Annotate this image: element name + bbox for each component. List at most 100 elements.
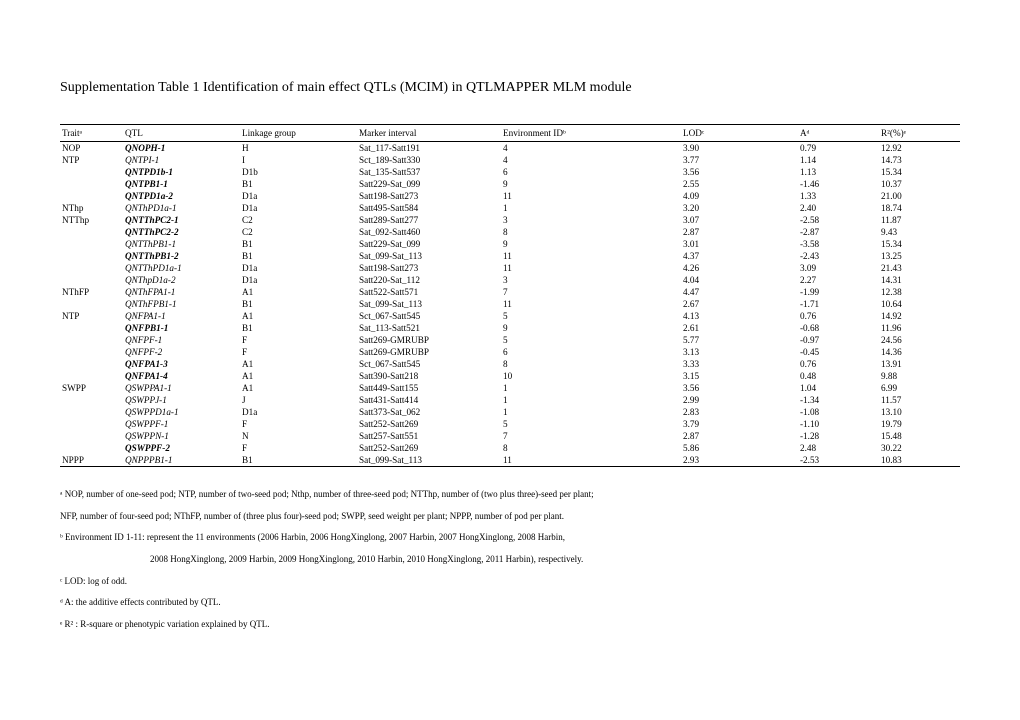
table-cell: QSWPPD1a-1 [123, 406, 240, 418]
table-cell: 3.77 [681, 154, 798, 166]
page-title: Supplementation Table 1 Identification o… [60, 80, 960, 96]
table-cell: 3.79 [681, 418, 798, 430]
table-row: NTThpQNTThPC2-1C2Satt289-Satt27733.07-2.… [60, 214, 960, 226]
table-cell: 6.99 [879, 382, 960, 394]
col-env: Environment IDᵇ [501, 125, 681, 142]
table-cell: QNTPD1b-1 [123, 166, 240, 178]
table-cell: QNTThPB1-2 [123, 250, 240, 262]
table-cell: -1.28 [798, 430, 879, 442]
table-cell: QNTPI-1 [123, 154, 240, 166]
table-cell: 12.92 [879, 142, 960, 155]
table-cell: I [240, 154, 357, 166]
table-cell: 9 [501, 322, 681, 334]
qtl-table: Traitᵃ QTL Linkage group Marker interval… [60, 124, 960, 467]
table-cell: Satt252-Satt269 [357, 418, 501, 430]
table-row: QNFPB1-1B1Sat_113-Satt52192.61-0.6811.96 [60, 322, 960, 334]
col-lod: LODᶜ [681, 125, 798, 142]
table-cell [60, 226, 123, 238]
table-cell: Sat_135-Satt537 [357, 166, 501, 178]
table-cell: 13.10 [879, 406, 960, 418]
table-cell: Satt449-Satt155 [357, 382, 501, 394]
table-row: QNTPD1b-1D1bSat_135-Satt53763.561.1315.3… [60, 166, 960, 178]
col-a: Aᵈ [798, 125, 879, 142]
table-cell: -1.34 [798, 394, 879, 406]
table-row: QNFPF-1FSatt269-GMRUBP55.77-0.9724.56 [60, 334, 960, 346]
table-cell: NOP [60, 142, 123, 155]
table-cell: NTThp [60, 214, 123, 226]
table-cell: -3.58 [798, 238, 879, 250]
table-cell: D1a [240, 406, 357, 418]
table-cell: 4 [501, 154, 681, 166]
table-cell: 5.77 [681, 334, 798, 346]
table-cell: 2.48 [798, 442, 879, 454]
table-cell: 11.87 [879, 214, 960, 226]
table-cell: Satt373-Sat_062 [357, 406, 501, 418]
table-row: QNThFPB1-1B1Sat_099-Sat_113112.67-1.7110… [60, 298, 960, 310]
table-cell: 2.87 [681, 430, 798, 442]
table-cell [60, 358, 123, 370]
table-cell [60, 178, 123, 190]
table-cell: 3.13 [681, 346, 798, 358]
table-row: QNTThPB1-1B1Satt229-Sat_09993.01-3.5815.… [60, 238, 960, 250]
table-cell: Sct_067-Satt545 [357, 358, 501, 370]
table-cell: Satt198-Satt273 [357, 190, 501, 202]
table-cell: 10.64 [879, 298, 960, 310]
table-cell: 19.79 [879, 418, 960, 430]
table-cell: 1 [501, 382, 681, 394]
table-cell: 5 [501, 310, 681, 322]
table-cell: Sat_113-Satt521 [357, 322, 501, 334]
table-row: QNFPA1-3A1Sct_067-Satt54583.330.7613.91 [60, 358, 960, 370]
table-cell: QSWPPF-1 [123, 418, 240, 430]
footnotes: ᵃ NOP, number of one-seed pod; NTP, numb… [60, 489, 960, 631]
table-cell: Satt220-Sat_112 [357, 274, 501, 286]
table-cell: QNTPD1a-2 [123, 190, 240, 202]
table-cell: -2.43 [798, 250, 879, 262]
table-cell: D1a [240, 202, 357, 214]
table-cell: -1.46 [798, 178, 879, 190]
table-cell: NTP [60, 154, 123, 166]
table-cell: QNThFPA1-1 [123, 286, 240, 298]
table-cell: 18.74 [879, 202, 960, 214]
table-cell: C2 [240, 226, 357, 238]
table-cell: 11 [501, 454, 681, 467]
table-cell: NTP [60, 310, 123, 322]
table-cell: 13.25 [879, 250, 960, 262]
table-cell [60, 430, 123, 442]
table-cell: QNFPF-2 [123, 346, 240, 358]
table-row: NTPQNFPA1-1A1Sct_067-Satt54554.130.7614.… [60, 310, 960, 322]
table-cell: 12.38 [879, 286, 960, 298]
table-cell: 0.76 [798, 358, 879, 370]
table-cell: 10.83 [879, 454, 960, 467]
table-cell [60, 166, 123, 178]
table-cell: 2.67 [681, 298, 798, 310]
table-cell: 4 [501, 142, 681, 155]
footnote-a1: ᵃ NOP, number of one-seed pod; NTP, numb… [60, 489, 960, 501]
table-cell: 3.56 [681, 382, 798, 394]
table-cell: Satt252-Satt269 [357, 442, 501, 454]
table-cell: QNTPB1-1 [123, 178, 240, 190]
table-cell: D1a [240, 262, 357, 274]
table-cell: 5 [501, 334, 681, 346]
table-cell: Satt522-Satt571 [357, 286, 501, 298]
table-cell: 6 [501, 346, 681, 358]
table-cell: 1.33 [798, 190, 879, 202]
table-row: QNTThPC2-2C2Sat_092-Satt46082.87-2.879.4… [60, 226, 960, 238]
table-cell: 21.43 [879, 262, 960, 274]
table-cell: -1.71 [798, 298, 879, 310]
table-row: QNFPA1-4A1Satt390-Satt218103.150.489.88 [60, 370, 960, 382]
table-cell: NPPP [60, 454, 123, 467]
table-cell: 10 [501, 370, 681, 382]
table-row: QNTPD1a-2D1aSatt198-Satt273114.091.3321.… [60, 190, 960, 202]
table-cell [60, 250, 123, 262]
table-cell: QNFPA1-3 [123, 358, 240, 370]
table-cell: QNFPA1-4 [123, 370, 240, 382]
table-cell: 1 [501, 394, 681, 406]
footnote-d: ᵈ A: the additive effects contributed by… [60, 597, 960, 609]
table-cell: B1 [240, 454, 357, 467]
table-cell: 3.20 [681, 202, 798, 214]
table-cell [60, 298, 123, 310]
table-cell: A1 [240, 286, 357, 298]
table-row: QNTThPD1a-1D1aSatt198-Satt273114.263.092… [60, 262, 960, 274]
table-cell: NThFP [60, 286, 123, 298]
table-cell: A1 [240, 370, 357, 382]
